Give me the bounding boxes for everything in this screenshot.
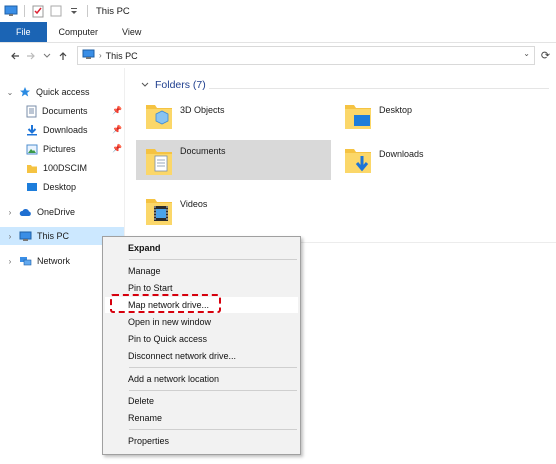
folder-tile-documents[interactable]: Documents — [136, 140, 331, 180]
navigation-bar: › This PC ⌄ ⟳ — [0, 45, 556, 67]
folder-label: 3D Objects — [180, 105, 225, 115]
menu-item-pin-to-quick-access[interactable]: Pin to Quick access — [105, 331, 298, 347]
pictures-icon — [26, 144, 38, 154]
refresh-icon[interactable]: ⟳ — [537, 47, 554, 64]
sidebar-item-label: Quick access — [36, 87, 90, 97]
menu-item-properties[interactable]: Properties — [105, 433, 298, 449]
tab-file[interactable]: File — [0, 22, 47, 42]
3d-objects-folder-icon — [146, 105, 172, 129]
desktop-icon — [27, 182, 37, 191]
tab-view[interactable]: View — [110, 22, 153, 42]
folder-label: Downloads — [379, 149, 424, 159]
folder-icon — [27, 164, 37, 173]
sidebar-item-100dscim[interactable]: 100DSCIM — [26, 159, 87, 177]
folder-tile-desktop[interactable]: Desktop — [343, 99, 521, 139]
address-dropdown-icon[interactable]: ⌄ — [523, 49, 530, 58]
menu-item-add-network-location[interactable]: Add a network location — [105, 371, 298, 387]
sidebar-item-label: OneDrive — [37, 207, 76, 217]
chevron-down-icon[interactable]: ⌄ — [6, 88, 14, 97]
computer-icon — [19, 231, 32, 241]
folder-tile-3d-objects[interactable]: 3D Objects — [144, 99, 322, 139]
menu-separator — [129, 390, 297, 391]
pin-icon: 📌 — [112, 125, 122, 134]
properties-icon[interactable] — [31, 4, 45, 18]
pin-icon: 📌 — [112, 144, 122, 153]
tab-computer[interactable]: Computer — [47, 22, 111, 42]
sidebar-item-label: Network — [37, 256, 71, 266]
sidebar-item-desktop[interactable]: Desktop — [26, 178, 76, 196]
ribbon-tabs: File Computer View — [0, 22, 556, 43]
folder-label: Documents — [180, 146, 226, 156]
context-menu: Expand Manage Pin to Start Map network d… — [102, 236, 301, 455]
menu-item-rename[interactable]: Rename — [105, 410, 298, 426]
sidebar-item-label: Documents — [42, 106, 88, 116]
folders-group-header[interactable]: Folders (7) — [141, 79, 206, 91]
sidebar-item-pictures[interactable]: Pictures — [26, 140, 76, 158]
cloud-icon — [19, 208, 31, 216]
menu-item-open-in-new-window[interactable]: Open in new window — [105, 314, 298, 330]
menu-item-map-network-drive[interactable]: Map network drive... — [105, 297, 298, 313]
network-icon — [20, 256, 32, 265]
folder-tile-downloads[interactable]: Downloads — [343, 143, 521, 183]
menu-separator — [129, 259, 297, 260]
back-arrow-icon[interactable] — [7, 48, 23, 64]
menu-item-pin-to-start[interactable]: Pin to Start — [105, 280, 298, 296]
sidebar-item-label: 100DSCIM — [43, 163, 88, 173]
folder-label: Videos — [180, 199, 208, 209]
chevron-right-icon[interactable]: › — [6, 257, 14, 266]
folder-label: Desktop — [379, 105, 413, 115]
address-bar[interactable]: › This PC ⌄ — [77, 46, 535, 65]
up-arrow-icon[interactable] — [55, 48, 71, 64]
menu-item-expand[interactable]: Expand — [105, 240, 298, 256]
forward-arrow-icon[interactable] — [23, 48, 39, 64]
sidebar-item-quick-access[interactable]: ⌄ Quick access — [6, 83, 90, 101]
breadcrumb-this-pc[interactable]: This PC — [106, 51, 138, 61]
menu-item-delete[interactable]: Delete — [105, 393, 298, 409]
sidebar-item-label: Downloads — [43, 125, 88, 135]
menu-separator — [129, 429, 297, 430]
videos-folder-icon — [146, 199, 172, 225]
chevron-right-icon[interactable]: › — [6, 208, 14, 217]
group-title: Folders (7) — [155, 79, 206, 91]
divider — [209, 88, 549, 89]
documents-icon — [26, 105, 37, 117]
divider — [87, 5, 88, 17]
downloads-icon — [27, 125, 37, 136]
sidebar-item-label: Pictures — [43, 144, 76, 154]
pin-icon: 📌 — [112, 106, 122, 115]
sidebar-item-onedrive[interactable]: › OneDrive — [6, 203, 75, 221]
menu-item-manage[interactable]: Manage — [105, 263, 298, 279]
window-title: This PC — [96, 5, 130, 17]
sidebar-item-label: This PC — [37, 231, 70, 241]
title-bar: This PC — [0, 0, 556, 22]
new-folder-icon[interactable] — [49, 4, 63, 18]
documents-folder-icon — [146, 149, 172, 175]
computer-icon — [82, 49, 95, 62]
star-icon — [20, 87, 30, 97]
divider — [24, 5, 25, 17]
menu-item-disconnect-network-drive[interactable]: Disconnect network drive... — [105, 348, 298, 364]
customize-toolbar-icon[interactable] — [67, 4, 81, 18]
computer-icon — [4, 4, 18, 18]
sidebar-item-label: Desktop — [43, 182, 77, 192]
menu-separator — [129, 367, 297, 368]
folder-tile-videos[interactable]: Videos — [144, 193, 322, 233]
downloads-folder-icon — [345, 149, 371, 173]
breadcrumb-chevron-icon[interactable]: › — [99, 51, 102, 60]
chevron-right-icon[interactable]: › — [6, 232, 14, 241]
desktop-folder-icon — [345, 105, 371, 129]
recent-locations-chevron-icon[interactable] — [39, 48, 55, 64]
sidebar-item-downloads[interactable]: Downloads — [26, 121, 88, 139]
sidebar-item-documents[interactable]: Documents — [26, 102, 88, 120]
sidebar-item-network[interactable]: › Network — [6, 252, 70, 270]
chevron-down-icon — [141, 82, 149, 87]
